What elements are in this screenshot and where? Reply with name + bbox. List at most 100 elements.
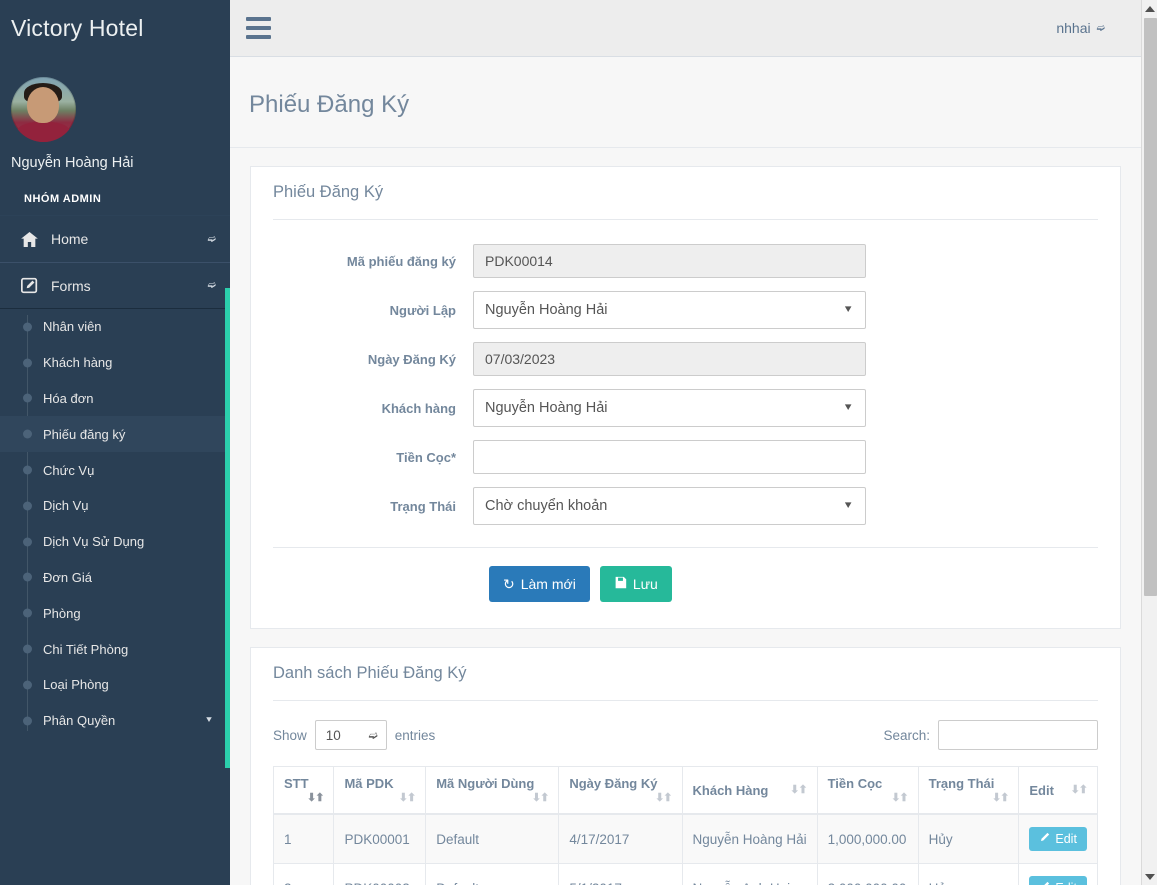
page-scrollbar[interactable]: [1141, 0, 1157, 885]
entries-length-control: Show 10 ➫ entries: [273, 720, 436, 751]
scrollbar-up-arrow[interactable]: [1142, 0, 1157, 17]
form-panel-title: Phiếu Đăng Ký: [273, 183, 384, 202]
brand[interactable]: Victory Hotel: [0, 0, 230, 57]
table-col-3[interactable]: Ngày Đăng Ký ⬇⬆: [558, 766, 683, 816]
table-header-row: STT ⬇⬆ Mã PDK ⬇⬆ Mã Người Dùng ⬇⬆ Ngày Đăng Ký…: [272, 766, 1098, 816]
topbar-user-menu[interactable]: nhhai ➫: [1056, 20, 1105, 36]
form-row-0: Mã phiếu đăng ký: [251, 244, 1120, 279]
sidebar-subitem-11[interactable]: Phân Quyền ⯆: [0, 703, 230, 739]
scrollbar-down-arrow[interactable]: [1142, 868, 1157, 885]
sidebar-subitem-3[interactable]: Phiếu đăng ký: [0, 416, 230, 453]
sidebar-item-home[interactable]: Home ➫: [0, 215, 230, 262]
form-select-value-3: Nguyễn Hoàng Hải: [485, 400, 608, 417]
search-label: Search:: [883, 727, 930, 743]
sort-icon: ⬇⬆: [891, 792, 908, 805]
sidebar-subitem-8[interactable]: Phòng: [0, 595, 230, 631]
sidebar-subitem-9[interactable]: Chi Tiết Phòng: [0, 631, 230, 667]
sidebar-subitem-7[interactable]: Đơn Giá: [0, 560, 230, 596]
edit-button[interactable]: Edit: [1029, 827, 1087, 852]
bullet-icon: [23, 465, 32, 475]
chevron-down-icon: ➫: [368, 729, 378, 742]
registration-form: Mã phiếu đăng ký Người Lập Nguyễn Hoàng Hả…: [251, 220, 1120, 526]
form-input-4[interactable]: [473, 440, 866, 475]
table-cell-ma_nguoi_dung: Default: [425, 863, 560, 885]
page-title: Phiếu Đăng Ký: [249, 91, 410, 119]
form-field-label-3: Khách hàng: [381, 400, 456, 416]
save-button[interactable]: Lưu: [599, 566, 672, 603]
bullet-icon: [23, 644, 32, 654]
sidebar-subitem-label: Loại Phòng: [43, 677, 109, 693]
save-disk-icon: [614, 576, 627, 592]
form-row-5: Trạng Thái Chờ chuyển khoản ⯆: [251, 487, 1120, 526]
scrollbar-thumb[interactable]: [1144, 18, 1157, 596]
chevron-down-icon: ⯆: [205, 715, 213, 727]
sidebar-subitem-4[interactable]: Chức Vụ: [0, 452, 230, 488]
avatar: [11, 77, 76, 142]
sidebar-subitem-label: Dịch Vụ: [43, 498, 89, 514]
bullet-icon: [23, 322, 32, 332]
table-cell-khach_hang: Nguyễn Hoàng Hải: [681, 813, 818, 865]
edit-button-label: Edit: [1055, 881, 1077, 885]
sort-icon: ⬇⬆: [531, 792, 549, 805]
entries-select[interactable]: 10 ➫: [314, 720, 387, 751]
table-cell-edit: Edit: [1018, 813, 1098, 865]
nav-section-title: NHÓM ADMIN: [24, 193, 102, 205]
sort-icon: ⬇⬆: [307, 792, 324, 805]
table-col-0[interactable]: STT ⬇⬆: [272, 766, 335, 816]
form-row-3: Khách hàng Nguyễn Hoàng Hải ⯆: [251, 389, 1120, 428]
table-col-label: Khách Hàng: [692, 782, 769, 798]
form-select-1[interactable]: Nguyễn Hoàng Hải ⯆: [473, 291, 866, 330]
sidebar-subitem-0[interactable]: Nhân viên: [0, 309, 230, 345]
bullet-icon: [23, 608, 32, 618]
entries-label: entries: [394, 727, 436, 743]
form-select-3[interactable]: Nguyễn Hoàng Hải ⯆: [473, 389, 866, 428]
entries-select-value: 10: [325, 727, 341, 743]
edit-button-label: Edit: [1055, 832, 1077, 847]
show-label: Show: [273, 727, 307, 743]
form-action-buttons: ↻ Làm mới Lưu: [251, 548, 1120, 628]
sidebar-subitem-2[interactable]: Hóa đơn: [0, 381, 230, 417]
sidebar-subitem-1[interactable]: Khách hàng: [0, 345, 230, 381]
form-input-0: [473, 244, 866, 279]
table-col-2[interactable]: Mã Người Dùng ⬇⬆: [425, 766, 560, 816]
table-col-5[interactable]: Tiền Cọc ⬇⬆: [816, 766, 919, 816]
sort-icon: ⬇⬆: [790, 783, 807, 796]
refresh-icon: ↻: [503, 575, 515, 592]
sidebar-subitem-5[interactable]: Dịch Vụ: [0, 488, 230, 524]
sidebar-subitem-label: Phiếu đăng ký: [43, 426, 126, 442]
sidebar-subitem-10[interactable]: Loại Phòng: [0, 667, 230, 703]
topbar: nhhai ➫: [230, 0, 1141, 57]
edit-form-icon: [18, 277, 40, 294]
form-field-label-5: Trạng Thái: [390, 498, 456, 514]
edit-button[interactable]: Edit: [1029, 876, 1087, 885]
form-row-2: Ngày Đăng Ký: [251, 342, 1120, 377]
bullet-icon: [23, 501, 32, 511]
table-cell-tien_coc: 2,000,000.00: [816, 863, 919, 885]
table-col-1[interactable]: Mã PDK ⬇⬆: [333, 766, 427, 816]
form-panel-header: Phiếu Đăng Ký: [251, 167, 1120, 202]
main-content: Phiếu Đăng Ký Phiếu Đăng Ký Mã phiếu đăn…: [230, 57, 1141, 885]
form-field-label-4: Tiền Cọc*: [396, 449, 456, 465]
sidebar-subitem-label: Khách hàng: [43, 355, 113, 371]
form-row-1: Người Lập Nguyễn Hoàng Hải ⯆: [251, 291, 1120, 330]
table-col-6[interactable]: Trạng Thái ⬇⬆: [917, 766, 1020, 816]
chevron-down-icon: ⯆: [843, 302, 853, 317]
sidebar-item-forms-label: Forms: [51, 277, 91, 294]
table-cell-trang_thai: Hủy: [917, 813, 1020, 865]
table-col-7[interactable]: Edit ⬇⬆: [1018, 766, 1098, 816]
form-input-2: [473, 342, 866, 377]
table-col-4[interactable]: Khách Hàng ⬇⬆: [681, 766, 818, 816]
form-select-5[interactable]: Chờ chuyển khoản ⯆: [473, 487, 866, 526]
form-field-label-0: Mã phiếu đăng ký: [346, 253, 456, 269]
refresh-button[interactable]: ↻ Làm mới: [489, 566, 590, 603]
sidebar-item-forms[interactable]: Forms ➫: [0, 262, 230, 309]
sidebar-subitem-label: Phân Quyền: [43, 713, 116, 729]
sidebar-subitem-label: Hóa đơn: [43, 390, 94, 406]
sidebar-subitem-6[interactable]: Dịch Vụ Sử Dụng: [0, 524, 230, 560]
hamburger-icon[interactable]: [246, 16, 276, 40]
search-input[interactable]: [938, 720, 1098, 751]
sidebar-subitem-label: Chức Vụ: [43, 462, 95, 478]
bullet-icon: [23, 537, 32, 547]
sidebar: Victory Hotel Nguyễn Hoàng Hải NHÓM ADMI…: [0, 0, 230, 885]
form-field-label-2: Ngày Đăng Ký: [367, 351, 456, 367]
